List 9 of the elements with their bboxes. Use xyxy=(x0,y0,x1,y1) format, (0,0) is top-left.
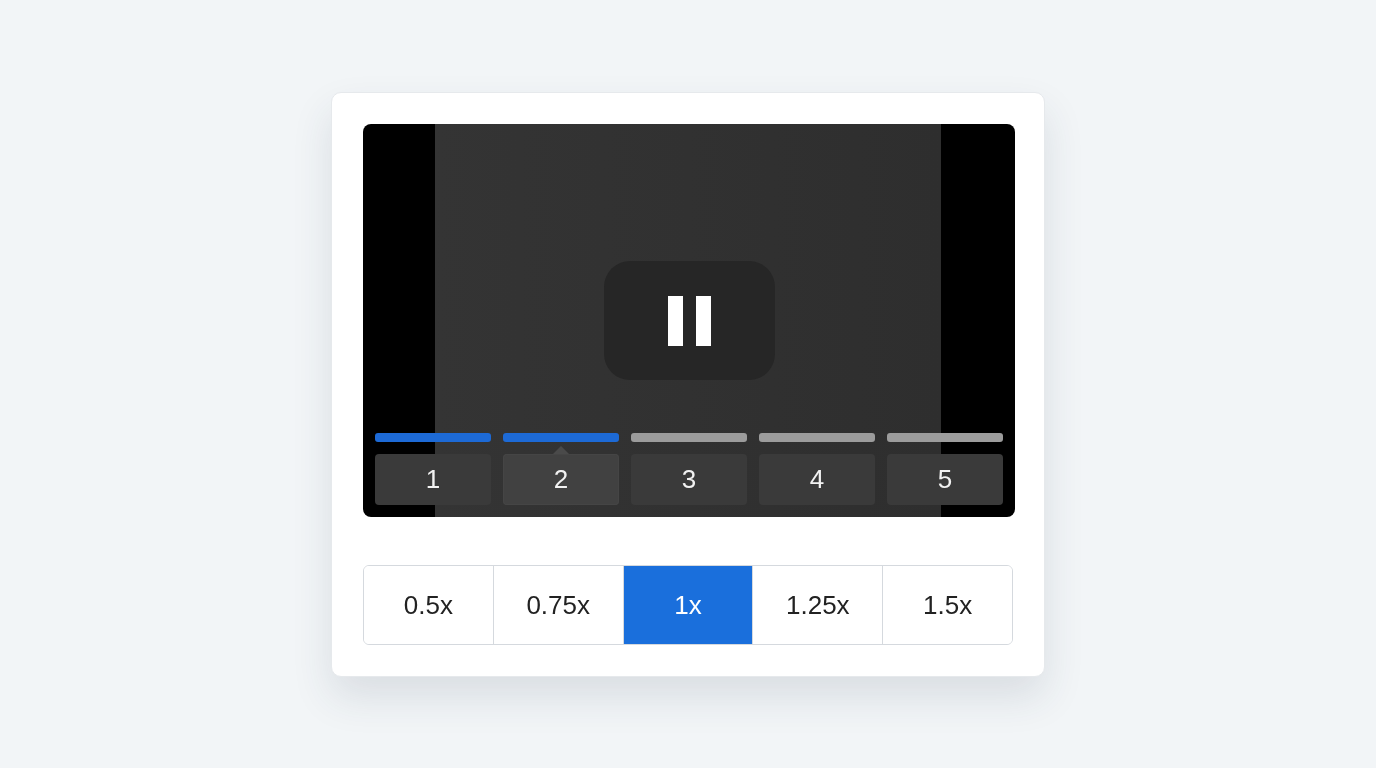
speed-button[interactable]: 1x xyxy=(622,566,753,644)
pointer-icon xyxy=(553,446,569,454)
chapter-button[interactable]: 5 xyxy=(887,454,1003,505)
pause-button[interactable] xyxy=(603,261,775,380)
chapter-button[interactable]: 3 xyxy=(631,454,747,505)
chapter-button[interactable]: 4 xyxy=(759,454,875,505)
pause-icon xyxy=(667,295,711,346)
speed-button[interactable]: 1.5x xyxy=(882,566,1012,644)
chapter-button[interactable]: 1 xyxy=(375,454,491,505)
